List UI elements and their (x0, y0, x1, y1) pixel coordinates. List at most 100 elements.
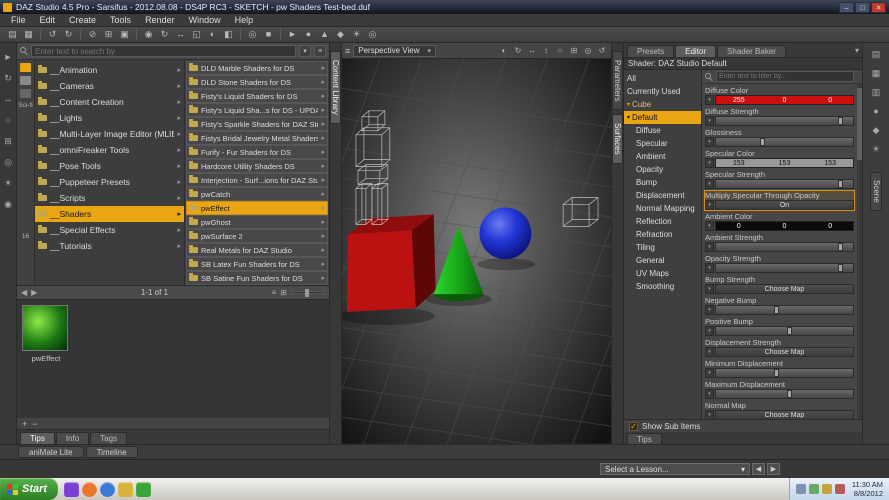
surface-tree-row[interactable]: Bump (624, 176, 701, 189)
surface-tree-row[interactable]: Tiling (624, 241, 701, 254)
blue-sphere[interactable] (479, 207, 532, 260)
camera-selector[interactable]: Perspective View ▾ (353, 44, 436, 57)
animate-icon[interactable]: ► (285, 28, 300, 41)
surface-tree-row[interactable]: Diffuse (624, 124, 701, 137)
product-row[interactable]: pwEffect ▸ (186, 201, 328, 215)
cut-icon[interactable]: ⊘ (85, 28, 100, 41)
asset-thumbnail-pweffect[interactable] (22, 305, 68, 351)
tab-tips[interactable]: Tips (20, 432, 55, 444)
scene-select-icon[interactable]: ◉ (141, 28, 156, 41)
property-menu-icon[interactable]: ▾ (705, 347, 714, 357)
undo-icon[interactable]: ↺ (45, 28, 60, 41)
tray-volume-icon[interactable] (808, 484, 819, 494)
remove-content-icon[interactable]: − (32, 419, 37, 429)
viewport-3d-scene[interactable] (342, 59, 611, 444)
product-row[interactable]: pwGhost ▸ (186, 215, 328, 229)
category-row[interactable]: __Animation ▸ (35, 62, 184, 78)
tray-network-icon[interactable] (795, 484, 806, 494)
product-row[interactable]: SB Latex Fun Shaders for DS ▸ (186, 257, 328, 271)
surface-tree-row[interactable]: All (624, 72, 701, 85)
tab-content-library[interactable]: Content Library (330, 51, 341, 124)
slider-handle[interactable] (773, 369, 779, 377)
surface-tree-row[interactable]: Refraction (624, 228, 701, 241)
slider-track[interactable] (715, 137, 854, 147)
category-row[interactable]: __Lights ▸ (35, 110, 184, 126)
poser-formats-icon[interactable] (20, 76, 31, 85)
maximize-button[interactable]: □ (855, 1, 870, 13)
property-menu-icon[interactable]: ▾ (705, 137, 714, 147)
slider-handle[interactable] (838, 117, 844, 125)
reset-view-icon[interactable]: ↺ (596, 45, 608, 57)
property-menu-icon[interactable]: ▾ (705, 200, 714, 210)
menu-help[interactable]: Help (228, 15, 261, 25)
property-menu-icon[interactable]: ▾ (705, 284, 714, 294)
menu-edit[interactable]: Edit (33, 15, 63, 25)
shaping-pane-icon[interactable]: ◆ (869, 124, 883, 137)
choose-map-button[interactable]: Choose Map (715, 410, 854, 419)
surface-tree-row[interactable]: ▾ Cube (624, 98, 701, 111)
slider-track[interactable] (715, 263, 854, 273)
aim-view-icon[interactable]: ◎ (582, 45, 594, 57)
zoom-icon[interactable]: ○ (2, 114, 15, 126)
property-menu-icon[interactable]: ▾ (705, 179, 714, 189)
surfaces-pane-menu-icon[interactable]: ▾ (855, 45, 859, 57)
surface-tree-row[interactable]: Smoothing (624, 280, 701, 293)
lights-pane-icon[interactable]: ☀ (869, 143, 883, 156)
slider-handle[interactable] (787, 327, 793, 335)
expander-icon[interactable]: ▾ (627, 101, 630, 108)
add-content-icon[interactable]: + (22, 419, 27, 429)
product-row[interactable]: Fistys Bridal Jewelry Metal Shaders ▸ (186, 131, 328, 145)
property-menu-icon[interactable]: ▾ (705, 158, 714, 168)
menu-create[interactable]: Create (62, 15, 103, 25)
content-search-input[interactable] (31, 45, 296, 57)
surface-tree-row[interactable]: General (624, 254, 701, 267)
save-file-icon[interactable]: ▦ (21, 28, 36, 41)
property-menu-icon[interactable]: ▾ (705, 368, 714, 378)
slider-track[interactable] (715, 326, 854, 336)
draw-style-icon[interactable]: ◐ (498, 45, 510, 57)
firefox-icon[interactable] (82, 481, 97, 497)
node-icon[interactable]: ◉ (2, 198, 15, 210)
redo-icon[interactable]: ↻ (61, 28, 76, 41)
tray-antivirus-icon[interactable] (834, 484, 845, 494)
product-row[interactable]: pwSurface 2 ▸ (186, 229, 328, 243)
tab-surfaces[interactable]: Surfaces (612, 114, 623, 164)
title-bar[interactable]: DAZ Studio 4.5 Pro - Sarsifus - 2012.08.… (0, 0, 889, 14)
surface-tree-row[interactable]: Reflection (624, 215, 701, 228)
product-row[interactable]: DLD Stone Shaders for DS ▸ (186, 75, 328, 89)
expander-icon[interactable]: ▾ (627, 114, 630, 121)
property-filter-input[interactable] (716, 71, 854, 82)
scrollbar-thumb[interactable] (857, 88, 862, 160)
menu-file[interactable]: File (4, 15, 33, 25)
posing-pane-icon[interactable]: ● (869, 105, 883, 118)
search-options-icon[interactable]: ▾ (299, 45, 311, 57)
powerpose-icon[interactable]: ▲ (317, 28, 332, 41)
color-swatch-bar[interactable]: 153 153 153 (715, 158, 854, 168)
camera-icon[interactable]: ◎ (2, 156, 15, 168)
category-row[interactable]: __Cameras ▸ (35, 78, 184, 94)
copy-icon[interactable]: ⊞ (101, 28, 116, 41)
smart-content-icon[interactable]: ▦ (869, 67, 883, 80)
property-menu-icon[interactable]: ▾ (705, 389, 714, 399)
other-formats-icon[interactable] (20, 89, 31, 98)
minimize-button[interactable]: – (839, 1, 854, 13)
product-row[interactable]: Fisty's Sparkle Shaders for DAZ Stu ▸ (186, 117, 328, 131)
product-row[interactable]: pwCatch ▸ (186, 187, 328, 201)
open-file-icon[interactable]: ▤ (5, 28, 20, 41)
surface-tree-row[interactable]: Opacity (624, 163, 701, 176)
close-button[interactable]: ✕ (871, 1, 886, 13)
product-row[interactable]: Interjection - Surf...ions for DAZ Stu ▸ (186, 173, 328, 187)
rotate-tool-icon[interactable]: ↻ (157, 28, 172, 41)
product-row[interactable]: Real Metals for DAZ Studio ▸ (186, 243, 328, 257)
slider-track[interactable] (715, 179, 854, 189)
slider-track[interactable] (715, 242, 854, 252)
pane-options-icon[interactable]: ≡ (314, 45, 326, 57)
slider-handle[interactable] (838, 243, 844, 251)
paste-icon[interactable]: ▣ (117, 28, 132, 41)
tab-info[interactable]: Info (55, 432, 90, 444)
thumbnail-size-slider[interactable] (290, 289, 325, 297)
product-row[interactable]: Furify - Fur Shaders for DS ▸ (186, 145, 328, 159)
color-swatch-bar[interactable]: 255 0 0 (715, 95, 854, 105)
spot-render-icon[interactable]: ◎ (245, 28, 260, 41)
cameras-icon[interactable]: ◎ (365, 28, 380, 41)
